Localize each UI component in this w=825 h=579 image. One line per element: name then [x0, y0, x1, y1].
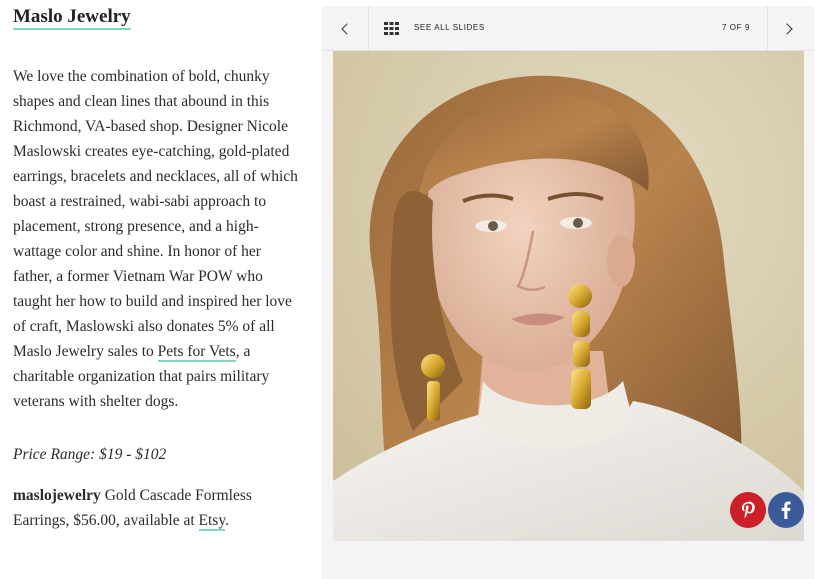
pets-for-vets-link[interactable]: Pets for Vets [157, 343, 236, 362]
slideshow: SEE ALL SLIDES 7 OF 9 [322, 6, 814, 579]
facebook-share-button[interactable] [768, 492, 804, 528]
product-line: maslojewelry Gold Cascade Formless Earri… [13, 483, 298, 533]
portrait-image [333, 51, 804, 541]
article-title: Maslo Jewelry [13, 6, 131, 30]
product-brand: maslojewelry [13, 487, 101, 504]
chevron-right-icon [781, 23, 793, 35]
chevron-left-icon [341, 23, 353, 35]
product-end: . [225, 512, 229, 529]
slide-counter: 7 OF 9 [721, 23, 750, 32]
article-column: Maslo Jewelry We love the combination of… [13, 0, 298, 533]
etsy-link[interactable]: Etsy [198, 512, 226, 531]
body-text-before-link: We love the combination of bold, chunky … [13, 68, 298, 360]
see-all-slides-link[interactable]: SEE ALL SLIDES [414, 23, 485, 32]
facebook-icon [781, 501, 791, 519]
next-slide-button[interactable] [767, 6, 814, 50]
pinterest-icon [742, 501, 755, 519]
previous-slide-button[interactable] [322, 6, 369, 50]
grid-icon[interactable] [384, 22, 399, 35]
slide-photo [333, 51, 804, 541]
price-range: Price Range: $19 - $102 [13, 446, 167, 463]
article-body: We love the combination of bold, chunky … [13, 64, 298, 414]
pinterest-share-button[interactable] [730, 492, 766, 528]
slideshow-toolbar: SEE ALL SLIDES 7 OF 9 [322, 6, 814, 51]
